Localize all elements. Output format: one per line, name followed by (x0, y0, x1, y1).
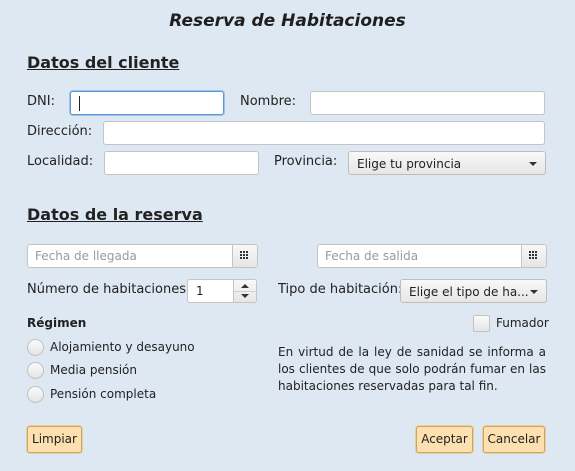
radio-alojamiento-desayuno-label[interactable]: Alojamiento y desayuno (50, 340, 195, 354)
fumador-label[interactable]: Fumador (496, 316, 549, 330)
tipo-habitacion-label: Tipo de habitación: (278, 282, 403, 297)
regimen-label: Régimen (27, 316, 87, 330)
tipo-habitacion-selected: Elige el tipo de ha... (409, 285, 529, 299)
nombre-input[interactable] (310, 91, 545, 115)
info-text: En virtud de la ley de sanidad se inform… (278, 345, 546, 393)
localidad-label: Localidad: (27, 154, 94, 169)
spinner-buttons[interactable] (233, 280, 256, 302)
provincia-select[interactable]: Elige tu provincia (348, 151, 546, 175)
provincia-selected: Elige tu provincia (357, 157, 462, 171)
radio-alojamiento-desayuno[interactable] (27, 339, 44, 356)
calendar-icon (240, 251, 249, 260)
direccion-label: Dirección: (27, 124, 93, 139)
fumador-checkbox[interactable] (473, 315, 490, 332)
fecha-llegada-placeholder: Fecha de llegada (35, 249, 137, 263)
chevron-down-icon (530, 290, 538, 294)
limpiar-button[interactable]: Limpiar (27, 426, 82, 453)
radio-media-pension-label[interactable]: Media pensión (50, 363, 137, 377)
radio-media-pension[interactable] (27, 362, 44, 379)
aceptar-button[interactable]: Aceptar (416, 426, 473, 453)
fecha-salida-calendar-button[interactable] (521, 245, 546, 267)
radio-pension-completa[interactable] (27, 386, 44, 403)
section-reserva-heading: Datos de la reserva (27, 205, 203, 224)
nombre-label: Nombre: (240, 94, 297, 109)
decrement-arrow-icon[interactable] (241, 294, 249, 298)
num-habitaciones-spinner[interactable]: 1 (187, 279, 257, 303)
fecha-salida-picker[interactable]: Fecha de salida (317, 244, 547, 268)
num-habitaciones-value: 1 (196, 284, 204, 298)
tipo-habitacion-select[interactable]: Elige el tipo de ha... (400, 279, 547, 303)
calendar-icon (529, 251, 538, 260)
provincia-label: Provincia: (274, 154, 338, 169)
section-cliente-heading: Datos del cliente (27, 53, 180, 72)
window-title: Reserva de Habitaciones (169, 11, 406, 31)
num-habitaciones-label: Número de habitaciones: (27, 282, 191, 297)
dni-label: DNI: (27, 94, 55, 109)
localidad-input[interactable] (104, 151, 259, 175)
increment-arrow-icon[interactable] (241, 284, 249, 288)
dni-input[interactable] (70, 91, 224, 115)
fecha-llegada-picker[interactable]: Fecha de llegada (27, 244, 258, 268)
radio-pension-completa-label[interactable]: Pensión completa (50, 387, 156, 401)
text-caret (79, 96, 80, 111)
chevron-down-icon (529, 162, 537, 166)
direccion-input[interactable] (103, 121, 545, 145)
fecha-salida-placeholder: Fecha de salida (325, 249, 419, 263)
cancelar-button[interactable]: Cancelar (483, 426, 545, 453)
fecha-llegada-calendar-button[interactable] (232, 245, 257, 267)
